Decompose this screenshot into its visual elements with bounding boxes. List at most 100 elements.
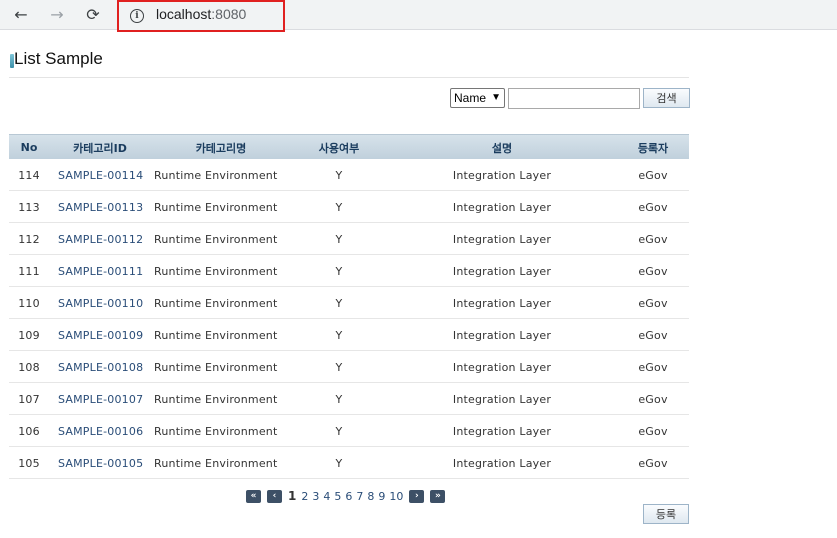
table-body: 114 SAMPLE-00114 Runtime Environment Y Integ… — [9, 159, 689, 479]
page-link[interactable]: 5 — [334, 490, 341, 503]
description: Integration Layer — [452, 264, 552, 278]
category-id-link[interactable]: SAMPLE-00110 — [49, 287, 151, 319]
page-links: 2 3 4 5 6 7 8 9 10 — [301, 490, 409, 503]
prev-page-icon[interactable]: ‹ — [267, 489, 282, 503]
use-yn: Y — [335, 424, 343, 438]
category-name: Runtime Environment — [154, 328, 278, 342]
row-no: 108 — [18, 360, 40, 374]
registrant: eGov — [638, 296, 668, 310]
list-table: No 카테고리ID 카테고리명 사용여부 설명 등록자 114 SAMPLE-00… — [9, 134, 689, 479]
registrant: eGov — [638, 392, 668, 406]
description: Integration Layer — [452, 200, 552, 214]
description: Integration Layer — [452, 328, 552, 342]
category-name: Runtime Environment — [154, 424, 278, 438]
reload-icon[interactable]: ⟳ — [81, 3, 105, 25]
table-row: 108 SAMPLE-00108 Runtime Environment Y Integ… — [9, 351, 689, 383]
table-row: 106 SAMPLE-00106 Runtime Environment Y Integ… — [9, 415, 689, 447]
next-page-icon[interactable]: › — [409, 489, 425, 503]
category-id-link[interactable]: SAMPLE-00111 — [49, 255, 151, 287]
table-row: 114 SAMPLE-00114 Runtime Environment Y Integ… — [9, 159, 689, 191]
description: Integration Layer — [452, 296, 552, 310]
table-row: 107 SAMPLE-00107 Runtime Environment Y Integ… — [9, 383, 689, 415]
page-link[interactable]: 2 — [301, 490, 308, 503]
search-type-value: Name — [454, 91, 487, 105]
row-no: 106 — [18, 424, 40, 438]
page-title: List Sample — [14, 49, 103, 68]
category-name: Runtime Environment — [154, 456, 278, 470]
use-yn: Y — [335, 328, 343, 342]
description: Integration Layer — [452, 360, 552, 374]
chevron-down-icon: ▼ — [491, 92, 501, 103]
header-registrant: 등록자 — [637, 141, 669, 155]
description: Integration Layer — [452, 392, 552, 406]
header-category-name: 카테고리명 — [195, 141, 247, 155]
table-row: 109 SAMPLE-00109 Runtime Environment Y Integ… — [9, 319, 689, 351]
row-no: 110 — [18, 296, 40, 310]
category-name: Runtime Environment — [154, 168, 278, 182]
registrant: eGov — [638, 232, 668, 246]
first-page-icon[interactable]: « — [246, 489, 261, 503]
page-link[interactable]: 3 — [312, 490, 319, 503]
category-name: Runtime Environment — [154, 392, 278, 406]
page-link[interactable]: 6 — [345, 490, 352, 503]
category-name: Runtime Environment — [154, 360, 278, 374]
search-type-select[interactable]: Name ▼ — [450, 88, 505, 108]
registrant: eGov — [638, 424, 668, 438]
header-use-yn: 사용여부 — [318, 141, 360, 155]
search-button[interactable]: 검색 — [643, 88, 690, 108]
row-no: 112 — [18, 232, 40, 246]
last-page-icon[interactable]: » — [430, 489, 446, 503]
table-row: 111 SAMPLE-00111 Runtime Environment Y Integ… — [9, 255, 689, 287]
row-no: 105 — [18, 456, 40, 470]
category-id-link[interactable]: SAMPLE-00105 — [49, 447, 151, 479]
description: Integration Layer — [452, 232, 552, 246]
forward-arrow-icon[interactable]: → — [45, 3, 69, 25]
title-divider — [9, 77, 689, 78]
address-bar[interactable]: i localhost:8080 — [117, 0, 285, 32]
use-yn: Y — [335, 232, 343, 246]
table-row: 112 SAMPLE-00112 Runtime Environment Y Integ… — [9, 223, 689, 255]
browser-toolbar: ← → ⟳ i localhost:8080 — [0, 0, 837, 32]
registrant: eGov — [638, 264, 668, 278]
registrant: eGov — [638, 456, 668, 470]
url-text[interactable]: localhost:8080 — [156, 6, 246, 22]
row-no: 109 — [18, 328, 40, 342]
title-row: List Sample — [9, 49, 689, 73]
registrant: eGov — [638, 328, 668, 342]
category-id-link[interactable]: SAMPLE-00107 — [49, 383, 151, 415]
table-header: No 카테고리ID 카테고리명 사용여부 설명 등록자 — [9, 134, 689, 159]
page-link[interactable]: 7 — [356, 490, 363, 503]
register-button[interactable]: 등록 — [643, 504, 689, 524]
table-row: 105 SAMPLE-00105 Runtime Environment Y Integ… — [9, 447, 689, 479]
category-id-link[interactable]: SAMPLE-00112 — [49, 223, 151, 255]
use-yn: Y — [335, 456, 343, 470]
row-no: 114 — [18, 168, 40, 182]
table-row: 110 SAMPLE-00110 Runtime Environment Y Integ… — [9, 287, 689, 319]
url-port: :8080 — [211, 6, 247, 22]
page-link[interactable]: 9 — [378, 490, 385, 503]
category-id-link[interactable]: SAMPLE-00108 — [49, 351, 151, 383]
row-no: 113 — [18, 200, 40, 214]
use-yn: Y — [335, 360, 343, 374]
category-id-link[interactable]: SAMPLE-00109 — [49, 319, 151, 351]
category-id-link[interactable]: SAMPLE-00106 — [49, 415, 151, 447]
header-description: 설명 — [491, 141, 513, 155]
back-arrow-icon[interactable]: ← — [9, 3, 33, 25]
description: Integration Layer — [452, 456, 552, 470]
category-name: Runtime Environment — [154, 264, 278, 278]
registrant: eGov — [638, 168, 668, 182]
table-row: 113 SAMPLE-00113 Runtime Environment Y Integ… — [9, 191, 689, 223]
page-link[interactable]: 4 — [323, 490, 330, 503]
header-no: No — [20, 141, 38, 154]
category-id-link[interactable]: SAMPLE-00114 — [49, 159, 151, 191]
category-id-link[interactable]: SAMPLE-00113 — [49, 191, 151, 223]
site-info-icon[interactable]: i — [130, 9, 144, 23]
category-name: Runtime Environment — [154, 200, 278, 214]
use-yn: Y — [335, 296, 343, 310]
page-link[interactable]: 10 — [389, 490, 403, 503]
search-input[interactable] — [508, 88, 640, 109]
current-page: 1 — [288, 489, 297, 503]
use-yn: Y — [335, 264, 343, 278]
page-link[interactable]: 8 — [367, 490, 374, 503]
category-name: Runtime Environment — [154, 296, 278, 310]
